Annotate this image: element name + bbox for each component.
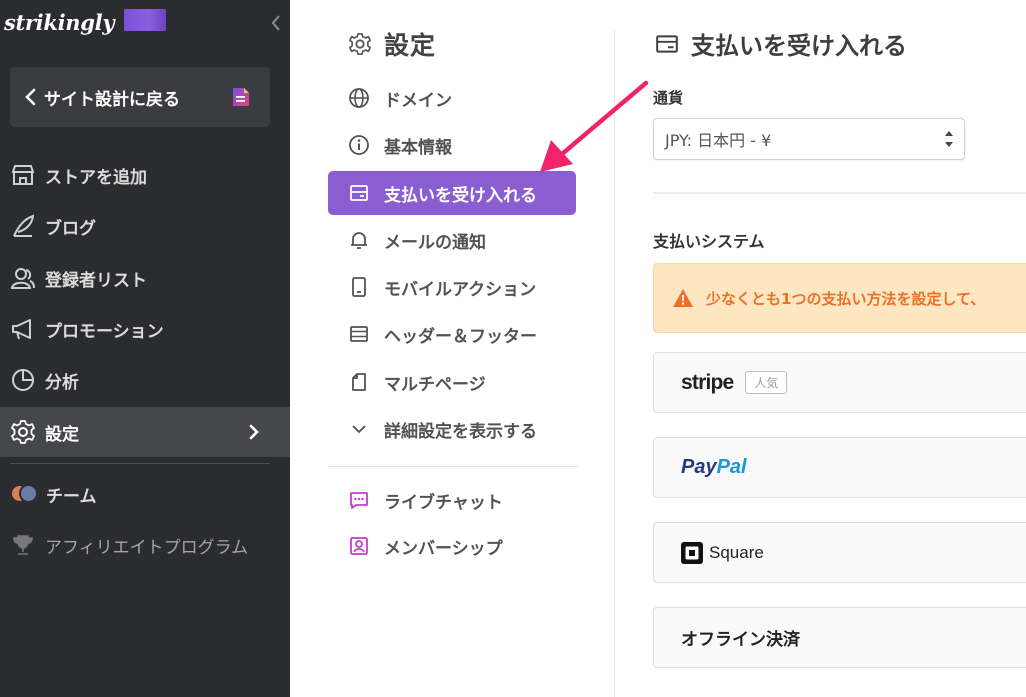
paypal-logo-pal: Pal: [716, 456, 747, 478]
strikingly-logo: strikingly: [4, 9, 115, 35]
page-title-text: 支払いを受け入れる: [691, 32, 907, 60]
offline-payment-label: オフライン決済: [681, 630, 800, 650]
sidebar-item-label: アフィリエイトプログラム: [45, 537, 249, 558]
menu-item-email-notifications[interactable]: メールの通知: [328, 218, 576, 262]
currency-select[interactable]: JPY: 日本円 - ¥: [653, 118, 965, 160]
globe-icon: [349, 88, 369, 108]
menu-item-mobile-actions[interactable]: モバイルアクション: [328, 265, 576, 309]
sidebar-item-label: プロモーション: [45, 321, 164, 342]
menu-item-label: ライブチャット: [384, 492, 503, 513]
square-logo: Square: [681, 541, 764, 564]
site-name-redacted: [124, 9, 167, 31]
settings-menu: 設定 ドメイン 基本情報 支払いを受け入れる メールの通知 モバイルアクション …: [290, 0, 615, 697]
sidebar-item-blog[interactable]: ブログ: [0, 201, 290, 251]
payments-panel: 支払いを受け入れる 通貨 JPY: 日本円 - ¥ 支払いシステム 少なくとも1…: [615, 0, 1026, 697]
currency-value: JPY: 日本円 - ¥: [665, 131, 772, 150]
chat-icon: [350, 492, 368, 509]
page-title: 支払いを受け入れる: [655, 26, 907, 61]
wallet-icon: [350, 185, 368, 201]
mobile-icon: [352, 277, 366, 297]
megaphone-icon: [12, 319, 31, 340]
paypal-logo: PayPal: [681, 456, 747, 479]
sidebar-item-affiliate[interactable]: アフィリエイトプログラム: [0, 520, 290, 570]
menu-item-label: 基本情報: [384, 137, 452, 158]
menu-item-label: ヘッダー＆フッター: [384, 326, 537, 347]
select-arrows-icon: [945, 131, 953, 147]
chevron-down-icon: [352, 425, 366, 434]
offline-payment-card[interactable]: オフライン決済: [653, 607, 1026, 668]
layout-icon: [350, 326, 368, 342]
menu-item-label: ドメイン: [384, 90, 452, 111]
sidebar-item-store[interactable]: ストアを追加: [0, 150, 290, 200]
collapse-sidebar-icon[interactable]: [267, 10, 285, 36]
sidebar-item-label: 登録者リスト: [45, 270, 147, 291]
back-to-editor-button[interactable]: サイト設計に戻る: [10, 67, 270, 127]
sidebar-item-label: チーム: [46, 486, 97, 507]
sidebar-item-promotion[interactable]: プロモーション: [0, 304, 290, 354]
app-sidebar: strikingly サイト設計に戻る ストアを追加 ブログ 登録者リスト プロ…: [0, 0, 290, 697]
menu-item-label: メンバーシップ: [384, 538, 503, 559]
sidebar-item-team[interactable]: チーム: [0, 469, 290, 519]
section-divider: [653, 192, 1026, 194]
settings-heading: 設定: [348, 26, 436, 62]
trophy-icon: [13, 535, 33, 555]
square-label: Square: [709, 542, 764, 562]
sidebar-item-label: ブログ: [45, 218, 96, 239]
gear-icon: [11, 420, 35, 444]
menu-item-advanced-settings[interactable]: 詳細設定を表示する: [328, 407, 576, 451]
store-icon: [11, 165, 35, 185]
back-button-label: サイト設計に戻る: [44, 89, 180, 110]
team-avatars: [10, 484, 38, 504]
menu-divider: [328, 466, 578, 467]
square-icon: [681, 541, 703, 564]
chevron-right-icon: [249, 424, 259, 440]
paypal-card[interactable]: PayPal: [653, 437, 1026, 498]
chevron-left-icon: [25, 88, 36, 106]
warning-icon: [673, 289, 693, 307]
page-icon: [352, 373, 366, 391]
menu-item-accept-payments[interactable]: 支払いを受け入れる: [328, 171, 576, 215]
member-icon: [350, 537, 368, 555]
info-icon: [349, 135, 369, 155]
menu-item-label: 支払いを受け入れる: [384, 185, 537, 206]
pie-chart-icon: [12, 369, 34, 391]
menu-item-label: モバイルアクション: [384, 279, 537, 300]
warning-banner: 少なくとも1つの支払い方法を設定して、: [653, 263, 1026, 333]
menu-item-label: マルチページ: [384, 374, 486, 395]
sidebar-item-settings[interactable]: 設定: [0, 407, 290, 457]
page-icon: [233, 88, 249, 106]
sidebar-item-label: 分析: [45, 372, 79, 393]
sidebar-item-analytics[interactable]: 分析: [0, 355, 290, 405]
paypal-logo-pay: Pay: [681, 456, 717, 478]
sidebar-divider: [10, 463, 270, 464]
menu-item-label: 詳細設定を表示する: [384, 421, 537, 442]
menu-item-multipage[interactable]: マルチページ: [328, 360, 576, 404]
brand[interactable]: strikingly: [4, 6, 167, 38]
menu-item-domain[interactable]: ドメイン: [328, 76, 576, 120]
warning-text: 少なくとも1つの支払い方法を設定して、: [706, 289, 986, 308]
sidebar-item-label: ストアを追加: [45, 167, 147, 188]
sidebar-item-subscribers[interactable]: 登録者リスト: [0, 253, 290, 303]
menu-item-header-footer[interactable]: ヘッダー＆フッター: [328, 312, 576, 356]
settings-title: 設定: [384, 31, 437, 60]
sidebar-item-label: 設定: [45, 424, 79, 445]
currency-label: 通貨: [653, 89, 684, 107]
wallet-icon: [656, 34, 678, 53]
payment-system-label: 支払いシステム: [653, 232, 765, 251]
stripe-card[interactable]: stripe 人気: [653, 352, 1026, 413]
users-icon: [10, 268, 35, 289]
gear-icon: [349, 33, 371, 55]
menu-item-label: メールの通知: [384, 232, 486, 253]
menu-item-basic-info[interactable]: 基本情報: [328, 123, 576, 167]
menu-item-membership[interactable]: メンバーシップ: [328, 524, 576, 568]
avatar: [19, 484, 38, 503]
menu-item-live-chat[interactable]: ライブチャット: [328, 478, 576, 522]
bell-icon: [351, 232, 367, 249]
stripe-logo: stripe: [681, 370, 734, 394]
popular-badge: 人気: [745, 371, 788, 394]
quill-icon: [13, 214, 35, 237]
square-card[interactable]: Square: [653, 522, 1026, 583]
